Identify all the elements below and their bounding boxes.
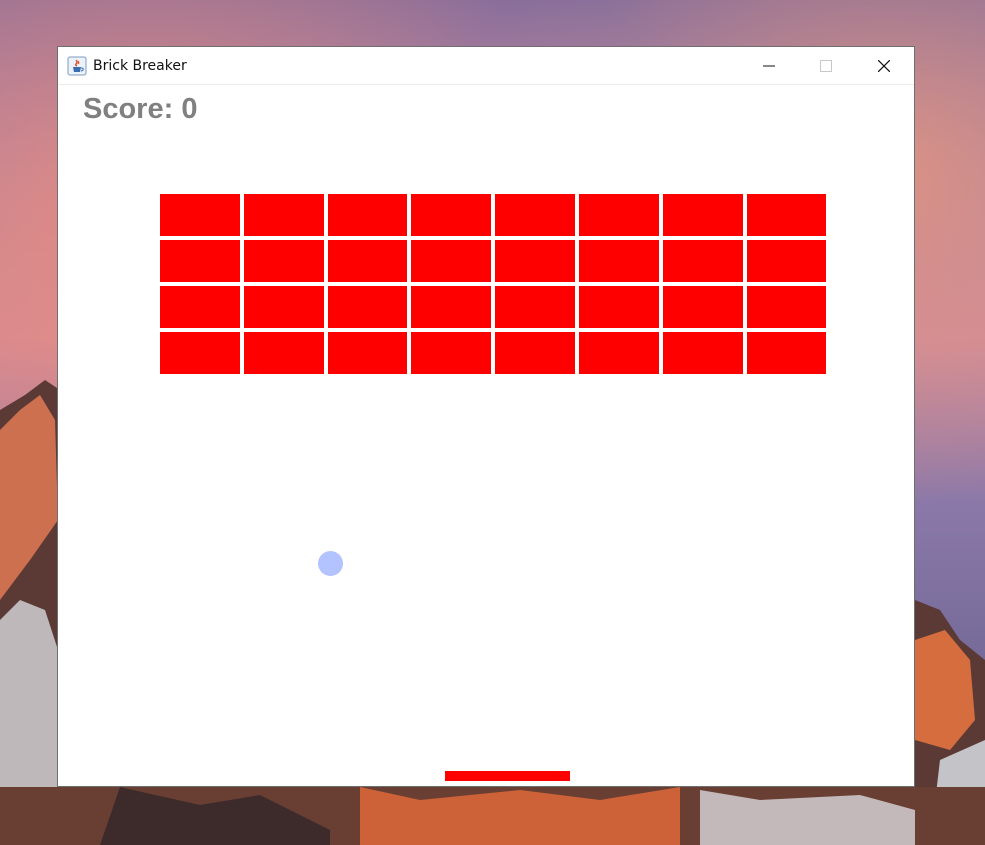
brick [746, 332, 827, 374]
minimize-button[interactable] [746, 47, 792, 85]
brick [495, 194, 575, 236]
brick [327, 240, 408, 282]
brick [411, 332, 492, 374]
brick [495, 286, 575, 328]
title-bar[interactable]: Brick Breaker [58, 47, 914, 85]
brick [662, 194, 743, 236]
ball [318, 551, 343, 576]
score-label: Score: 0 [83, 93, 198, 125]
brick [160, 332, 240, 374]
brick [579, 332, 659, 374]
window-title: Brick Breaker [93, 58, 187, 74]
brick [411, 240, 492, 282]
brick [662, 332, 743, 374]
brick [746, 194, 827, 236]
brick [243, 240, 324, 282]
game-canvas[interactable]: Score: 0 [58, 85, 914, 786]
game-window: Brick Breaker Score: 0 [57, 46, 915, 787]
java-cup-icon [67, 56, 87, 76]
brick [579, 240, 659, 282]
maximize-icon [820, 60, 832, 72]
brick [662, 286, 743, 328]
maximize-button[interactable] [803, 47, 849, 85]
brick [579, 194, 659, 236]
brick [243, 194, 324, 236]
brick [495, 332, 575, 374]
brick [160, 286, 240, 328]
brick [160, 240, 240, 282]
brick [327, 332, 408, 374]
paddle[interactable] [445, 771, 570, 781]
brick [411, 286, 492, 328]
brick [327, 194, 408, 236]
brick [495, 240, 575, 282]
brick [327, 286, 408, 328]
brick [160, 194, 240, 236]
brick [411, 194, 492, 236]
brick [243, 332, 324, 374]
brick [243, 286, 324, 328]
brick [746, 286, 827, 328]
brick [662, 240, 743, 282]
close-button[interactable] [861, 47, 907, 85]
brick [579, 286, 659, 328]
brick [746, 240, 827, 282]
minimize-icon [763, 65, 775, 67]
close-icon [878, 60, 890, 72]
